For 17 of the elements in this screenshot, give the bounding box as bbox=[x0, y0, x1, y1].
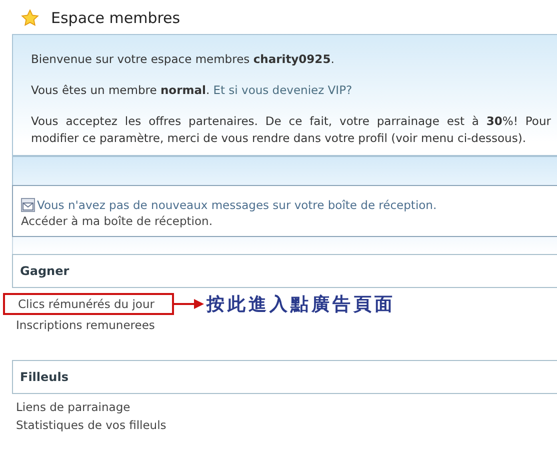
menu-link[interactable]: Statistiques de vos filleuls bbox=[0, 416, 166, 434]
star-icon bbox=[21, 9, 39, 27]
menu-link[interactable]: Inscriptions remunerees bbox=[0, 316, 155, 334]
welcome-text: Bienvenue sur votre espace membres charity0925. bbox=[31, 51, 336, 68]
annotation-note: 按此進入點廣告頁面 bbox=[206, 293, 396, 316]
inbox-link[interactable]: Accéder à ma boîte de réception. bbox=[21, 214, 549, 228]
arrow-icon bbox=[174, 299, 204, 309]
vip-link[interactable]: Et si vous deveniez VIP? bbox=[213, 83, 352, 97]
section-heading: Filleuls bbox=[12, 360, 557, 394]
menu-link[interactable]: Clics rémunérés du jour bbox=[3, 293, 174, 315]
welcome-text: Vous acceptez les offres partenaires. De ce fait, votre parrainage est à 30%! Pour modifier ce paramètre, merci de vous rendre dans votre profil (voir menu ci-dessous). bbox=[31, 113, 551, 147]
welcome-text: Vous êtes un membre normal. Et si vous deveniez VIP? bbox=[31, 82, 354, 99]
section-heading: Gagner bbox=[12, 254, 557, 288]
menu-link[interactable]: Liens de parrainage bbox=[0, 398, 130, 416]
envelope-icon bbox=[21, 198, 35, 212]
page-title: Espace membres bbox=[51, 9, 180, 27]
messages-notice-link[interactable]: Vous n'avez pas de nouveaux messages sur votre boîte de réception. bbox=[37, 198, 437, 212]
